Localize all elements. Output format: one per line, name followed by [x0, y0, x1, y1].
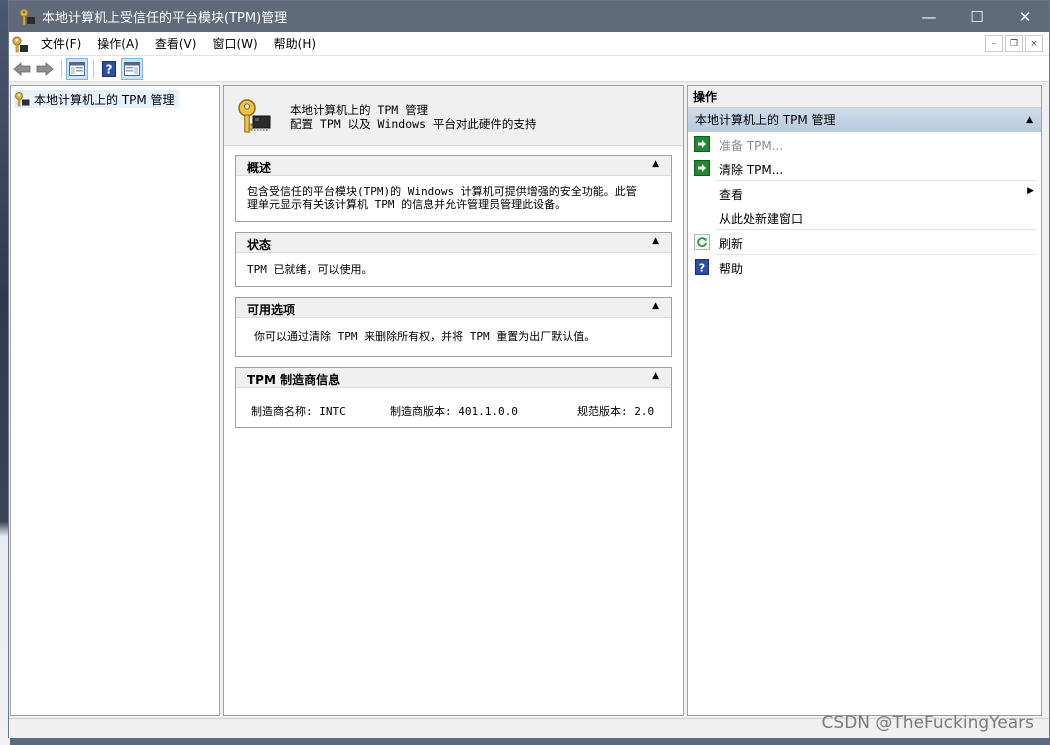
- collapse-icon[interactable]: ▲: [1026, 108, 1033, 132]
- close-button[interactable]: ✕: [1001, 1, 1049, 32]
- tpm-vendor-info-section-header[interactable]: TPM 制造商信息 ▲: [236, 368, 671, 388]
- overview-section-body: 包含受信任的平台模块(TPM)的 Windows 计算机可提供增强的安全功能。此…: [236, 176, 671, 211]
- mdi-restore-button[interactable]: ❐: [1005, 35, 1023, 52]
- tree-node-label: 本地计算机上的 TPM 管理: [34, 92, 175, 107]
- action-label: 准备 TPM...: [719, 139, 784, 153]
- action-view[interactable]: 查看 ▶: [688, 181, 1041, 205]
- refresh-icon: [694, 234, 710, 250]
- action-label: 清除 TPM...: [719, 163, 784, 177]
- results-pane: 本地计算机上的 TPM 管理 配置 TPM 以及 Windows 平台对此硬件的…: [223, 85, 684, 716]
- toolbar-separator: [93, 59, 94, 78]
- status-section: 状态 ▲ TPM 已就绪，可以使用。: [235, 232, 672, 287]
- console-workspace: 本地计算机上的 TPM 管理 本地计算机上的 TPM 管理 配置 TPM 以及 …: [9, 83, 1049, 716]
- status-text: TPM 已就绪，可以使用。: [247, 263, 373, 276]
- overview-section-title: 概述: [247, 161, 272, 175]
- show-hide-action-pane-icon: [124, 61, 140, 76]
- action-clear-tpm[interactable]: 清除 TPM...: [688, 156, 1041, 180]
- overview-section-header[interactable]: 概述 ▲: [236, 156, 671, 176]
- spec-version-value: 规范版本: 2.0: [577, 405, 655, 418]
- svg-text:?: ?: [106, 62, 113, 76]
- window-title: 本地计算机上受信任的平台模块(TPM)管理: [42, 11, 288, 26]
- green-arrow-icon: [694, 160, 710, 176]
- show-hide-tree-icon: [69, 61, 85, 76]
- toolbar: ?: [9, 56, 1049, 82]
- overview-text-line2: 理单元显示有关该计算机 TPM 的信息并允许管理员管理此设备。: [247, 198, 567, 211]
- overview-section: 概述 ▲ 包含受信任的平台模块(TPM)的 Windows 计算机可提供增强的安…: [235, 155, 672, 222]
- tpm-key-chip-icon: [238, 99, 271, 133]
- status-section-body: TPM 已就绪，可以使用。: [236, 253, 671, 276]
- menu-bar: 文件(F) 操作(A) 查看(V) 窗口(W) 帮助(H) – ❐ ×: [9, 32, 1049, 56]
- available-options-section-body: 你可以通过清除 TPM 来删除所有权，并将 TPM 重置为出厂默认值。: [236, 318, 671, 343]
- action-prepare-tpm[interactable]: 准备 TPM...: [688, 132, 1041, 156]
- menu-action[interactable]: 操作(A): [89, 32, 147, 56]
- console-tree-pane: 本地计算机上的 TPM 管理: [10, 85, 220, 716]
- tpm-vendor-info-section-title: TPM 制造商信息: [247, 373, 341, 387]
- green-arrow-icon: [694, 136, 710, 152]
- available-options-section-title: 可用选项: [247, 303, 296, 317]
- available-options-section-header[interactable]: 可用选项 ▲: [236, 298, 671, 318]
- menu-view[interactable]: 查看(V): [147, 32, 205, 56]
- available-options-section: 可用选项 ▲ 你可以通过清除 TPM 来删除所有权，并将 TPM 重置为出厂默认…: [235, 297, 672, 357]
- actions-group-header[interactable]: 本地计算机上的 TPM 管理 ▲: [688, 108, 1041, 132]
- mdi-close-button[interactable]: ×: [1025, 35, 1043, 52]
- menu-file[interactable]: 文件(F): [33, 32, 89, 56]
- tpm-vendor-info-section: TPM 制造商信息 ▲ 制造商名称: INTC 制造商版本: 401.1.0.0…: [235, 367, 672, 428]
- action-label: 刷新: [719, 237, 744, 251]
- action-label: 帮助: [719, 262, 744, 276]
- collapse-icon[interactable]: ▲: [652, 159, 659, 169]
- vendor-name-value: 制造商名称: INTC: [251, 405, 346, 418]
- minimize-button[interactable]: —: [905, 1, 953, 32]
- menu-help[interactable]: 帮助(H): [266, 32, 324, 56]
- tree-node-tpm-management[interactable]: 本地计算机上的 TPM 管理: [14, 90, 179, 108]
- show-hide-action-pane-button[interactable]: [121, 57, 143, 80]
- maximize-button[interactable]: ☐: [953, 1, 1001, 32]
- status-section-title: 状态: [247, 238, 272, 252]
- action-refresh[interactable]: 刷新: [688, 230, 1041, 254]
- collapse-icon[interactable]: ▲: [652, 371, 659, 381]
- actions-pane: 操作 本地计算机上的 TPM 管理 ▲ 准备 TPM... 清除 TPM...: [687, 85, 1042, 716]
- overview-text-line1: 包含受信任的平台模块(TPM)的 Windows 计算机可提供增强的安全功能。此…: [247, 185, 637, 198]
- help-button[interactable]: ?: [98, 58, 120, 80]
- title-bar[interactable]: 本地计算机上受信任的平台模块(TPM)管理 — ☐ ✕: [9, 1, 1049, 32]
- tpm-management-window: 本地计算机上受信任的平台模块(TPM)管理 — ☐ ✕ 文件(F) 操作(A) …: [8, 0, 1050, 738]
- action-new-window[interactable]: 从此处新建窗口: [688, 205, 1041, 229]
- vendor-version-value: 制造商版本: 401.1.0.0: [390, 405, 518, 418]
- collapse-icon[interactable]: ▲: [652, 236, 659, 246]
- results-header-subtitle: 配置 TPM 以及 Windows 平台对此硬件的支持: [290, 117, 537, 131]
- actions-pane-title: 操作: [688, 86, 1041, 108]
- available-options-text: 你可以通过清除 TPM 来删除所有权，并将 TPM 重置为出厂默认值。: [254, 330, 596, 343]
- action-label: 查看: [719, 188, 744, 202]
- toolbar-separator: [61, 59, 62, 78]
- action-help[interactable]: ? 帮助: [688, 255, 1041, 279]
- key-chip-icon: [19, 8, 35, 25]
- actions-group-label: 本地计算机上的 TPM 管理: [695, 113, 836, 127]
- key-chip-icon: [15, 92, 30, 107]
- results-header: 本地计算机上的 TPM 管理 配置 TPM 以及 Windows 平台对此硬件的…: [224, 86, 683, 146]
- forward-arrow-icon: [36, 61, 54, 76]
- back-button[interactable]: [11, 58, 33, 80]
- console-document-icon[interactable]: [11, 35, 29, 53]
- action-label: 从此处新建窗口: [719, 212, 804, 226]
- mdi-minimize-button[interactable]: –: [985, 35, 1003, 52]
- forward-button[interactable]: [34, 58, 56, 80]
- menu-window[interactable]: 窗口(W): [204, 32, 265, 56]
- submenu-arrow-icon: ▶: [1027, 186, 1034, 196]
- collapse-icon[interactable]: ▲: [652, 301, 659, 311]
- watermark-text: CSDN @TheFuckingYears: [821, 713, 1034, 733]
- help-icon: ?: [695, 259, 709, 275]
- back-arrow-icon: [13, 61, 31, 76]
- help-icon: ?: [102, 60, 116, 77]
- status-section-header[interactable]: 状态 ▲: [236, 233, 671, 253]
- show-hide-tree-button[interactable]: [66, 57, 88, 80]
- svg-text:?: ?: [699, 262, 705, 275]
